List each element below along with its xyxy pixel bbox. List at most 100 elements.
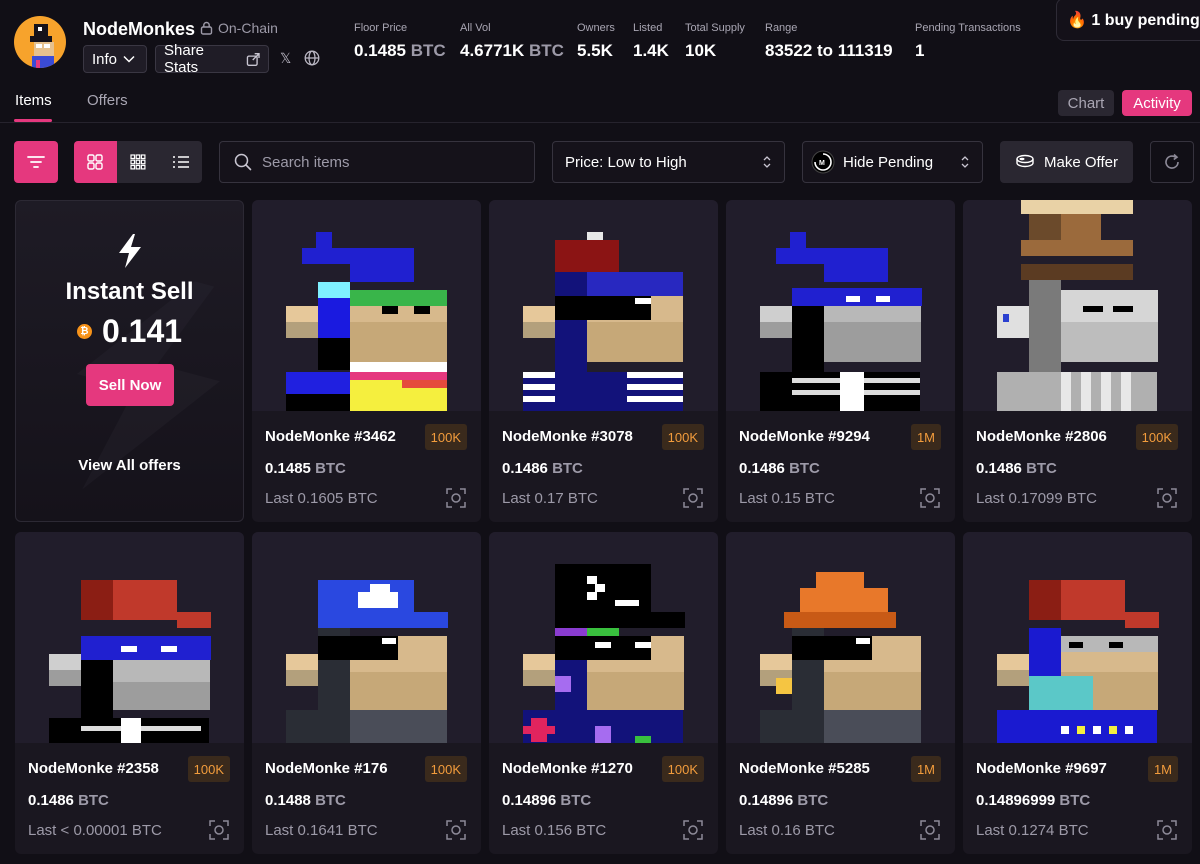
make-offer-button[interactable]: Make Offer (1000, 141, 1133, 183)
share-stats-button[interactable]: Share Stats (155, 42, 269, 76)
item-name: NodeMonke #3078 (502, 428, 633, 445)
tab-offers[interactable]: Offers (87, 92, 128, 109)
item-price-unit: BTC (315, 460, 346, 477)
rarity-badge: 100K (661, 756, 704, 782)
svg-text:M: M (819, 160, 825, 167)
pending-icon: M (811, 150, 835, 174)
search-box (219, 141, 535, 183)
rarity-badge: 100K (424, 756, 467, 782)
item-price-unit: BTC (797, 792, 829, 809)
item-price: 0.1486 BTC (976, 460, 1057, 477)
stat-value: 1 (915, 41, 925, 60)
item-card[interactable]: NodeMonke #9294 1M 0.1486 BTC Last 0.15 … (726, 200, 955, 522)
item-image (726, 200, 955, 411)
item-image (963, 532, 1192, 743)
x-twitter-icon[interactable]: 𝕏 (280, 50, 291, 67)
item-last-sale: Last < 0.00001 BTC (28, 822, 162, 839)
item-price-value: 0.1486 (976, 460, 1022, 477)
collection-name: NodeMonkes (83, 19, 196, 39)
item-card[interactable]: NodeMonke #5285 1M 0.14896 BTC Last 0.16… (726, 532, 955, 854)
scan-icon[interactable] (1156, 819, 1178, 841)
item-image (15, 532, 244, 743)
stat-label: Pending Transactions (915, 22, 1021, 34)
pending-buy-pill[interactable]: 🔥 1 buy pending... (1056, 0, 1200, 41)
scan-icon[interactable] (445, 487, 467, 509)
refresh-button[interactable] (1150, 141, 1194, 183)
item-image (963, 200, 1192, 411)
item-card[interactable]: NodeMonke #3462 100K 0.1485 BTC Last 0.1… (252, 200, 481, 522)
sell-now-button[interactable]: Sell Now (86, 364, 174, 406)
filter-icon (27, 156, 45, 168)
scan-icon[interactable] (445, 819, 467, 841)
item-card[interactable]: NodeMonke #3078 100K 0.1486 BTC Last 0.1… (489, 200, 718, 522)
item-last-sale: Last 0.1274 BTC (976, 822, 1089, 839)
rarity-badge: 100K (661, 424, 704, 450)
stat-label: All Vol (460, 22, 491, 34)
info-dropdown-button[interactable]: Info (83, 45, 147, 73)
scan-icon[interactable] (682, 487, 704, 509)
item-card[interactable]: NodeMonke #9697 1M 0.14896999 BTC Last 0… (963, 532, 1192, 854)
filter-button[interactable] (14, 141, 58, 183)
activity-button[interactable]: Activity (1122, 90, 1192, 116)
item-card[interactable]: NodeMonke #2806 100K 0.1486 BTC Last 0.1… (963, 200, 1192, 522)
chart-button[interactable]: Chart (1058, 90, 1114, 116)
scan-icon[interactable] (208, 819, 230, 841)
view-list-button[interactable] (159, 141, 202, 183)
stat-range: Range 83522 to 111319 (765, 22, 893, 61)
globe-icon[interactable] (304, 50, 320, 69)
onchain-label: On-Chain (200, 20, 278, 36)
stat-value: 83522 to 111319 (765, 41, 893, 60)
item-last-sale: Last 0.1605 BTC (265, 490, 378, 507)
scan-icon[interactable] (919, 819, 941, 841)
stat-unit: BTC (410, 41, 446, 60)
stat-all-vol: All Vol 4.6771K BTC (460, 22, 564, 61)
tab-items[interactable]: Items (15, 92, 52, 109)
item-price: 0.1486 BTC (502, 460, 583, 477)
item-price: 0.14896999 BTC (976, 792, 1090, 809)
rarity-badge: 1M (910, 424, 941, 450)
share-stats-label: Share Stats (164, 42, 205, 76)
item-price-unit: BTC (78, 792, 109, 809)
item-price-value: 0.1486 (502, 460, 548, 477)
item-price: 0.1486 BTC (28, 792, 109, 809)
chevron-updown-icon (961, 156, 969, 168)
item-price-unit: BTC (789, 460, 820, 477)
item-card[interactable]: NodeMonke #1270 100K 0.14896 BTC Last 0.… (489, 532, 718, 854)
item-image (252, 532, 481, 743)
item-last-sale: Last 0.15 BTC (739, 490, 835, 507)
stat-listed: Listed 1.4K (633, 22, 669, 61)
item-price-value: 0.14896 (502, 792, 557, 809)
item-image (489, 532, 718, 743)
item-card[interactable]: NodeMonke #2358 100K 0.1486 BTC Last < 0… (15, 532, 244, 854)
stat-value: 4.6771K (460, 41, 525, 60)
item-price-value: 0.1486 (739, 460, 785, 477)
item-price: 0.14896 BTC (739, 792, 828, 809)
item-card[interactable]: NodeMonke #176 100K 0.1488 BTC Last 0.16… (252, 532, 481, 854)
rarity-badge: 100K (187, 756, 230, 782)
view-small-grid-button[interactable] (117, 141, 160, 183)
view-large-grid-button[interactable] (74, 141, 117, 183)
grid-large-icon (87, 154, 104, 170)
search-input[interactable] (262, 153, 512, 171)
sort-select[interactable]: Price: Low to High (552, 141, 785, 183)
refresh-icon (1165, 153, 1179, 169)
scan-icon[interactable] (919, 487, 941, 509)
scan-icon[interactable] (682, 819, 704, 841)
grid-small-icon (130, 154, 146, 170)
collection-avatar (14, 16, 66, 68)
view-all-offers-link[interactable]: View All offers (16, 457, 243, 474)
list-icon (172, 156, 189, 168)
rarity-badge: 100K (424, 424, 467, 450)
item-image (489, 200, 718, 411)
stat-value: 5.5K (577, 41, 613, 60)
stat-label: Owners (577, 22, 615, 34)
item-last-sale: Last 0.156 BTC (502, 822, 607, 839)
scan-icon[interactable] (1156, 487, 1178, 509)
onchain-text: On-Chain (218, 20, 278, 36)
instant-sell-price: ₿ 0.141 (16, 313, 243, 350)
item-price: 0.1486 BTC (739, 460, 820, 477)
pending-filter-select[interactable]: M Hide Pending (802, 141, 983, 183)
chevron-updown-icon (763, 156, 771, 168)
lightning-icon (119, 234, 141, 268)
item-last-sale: Last 0.1641 BTC (265, 822, 378, 839)
